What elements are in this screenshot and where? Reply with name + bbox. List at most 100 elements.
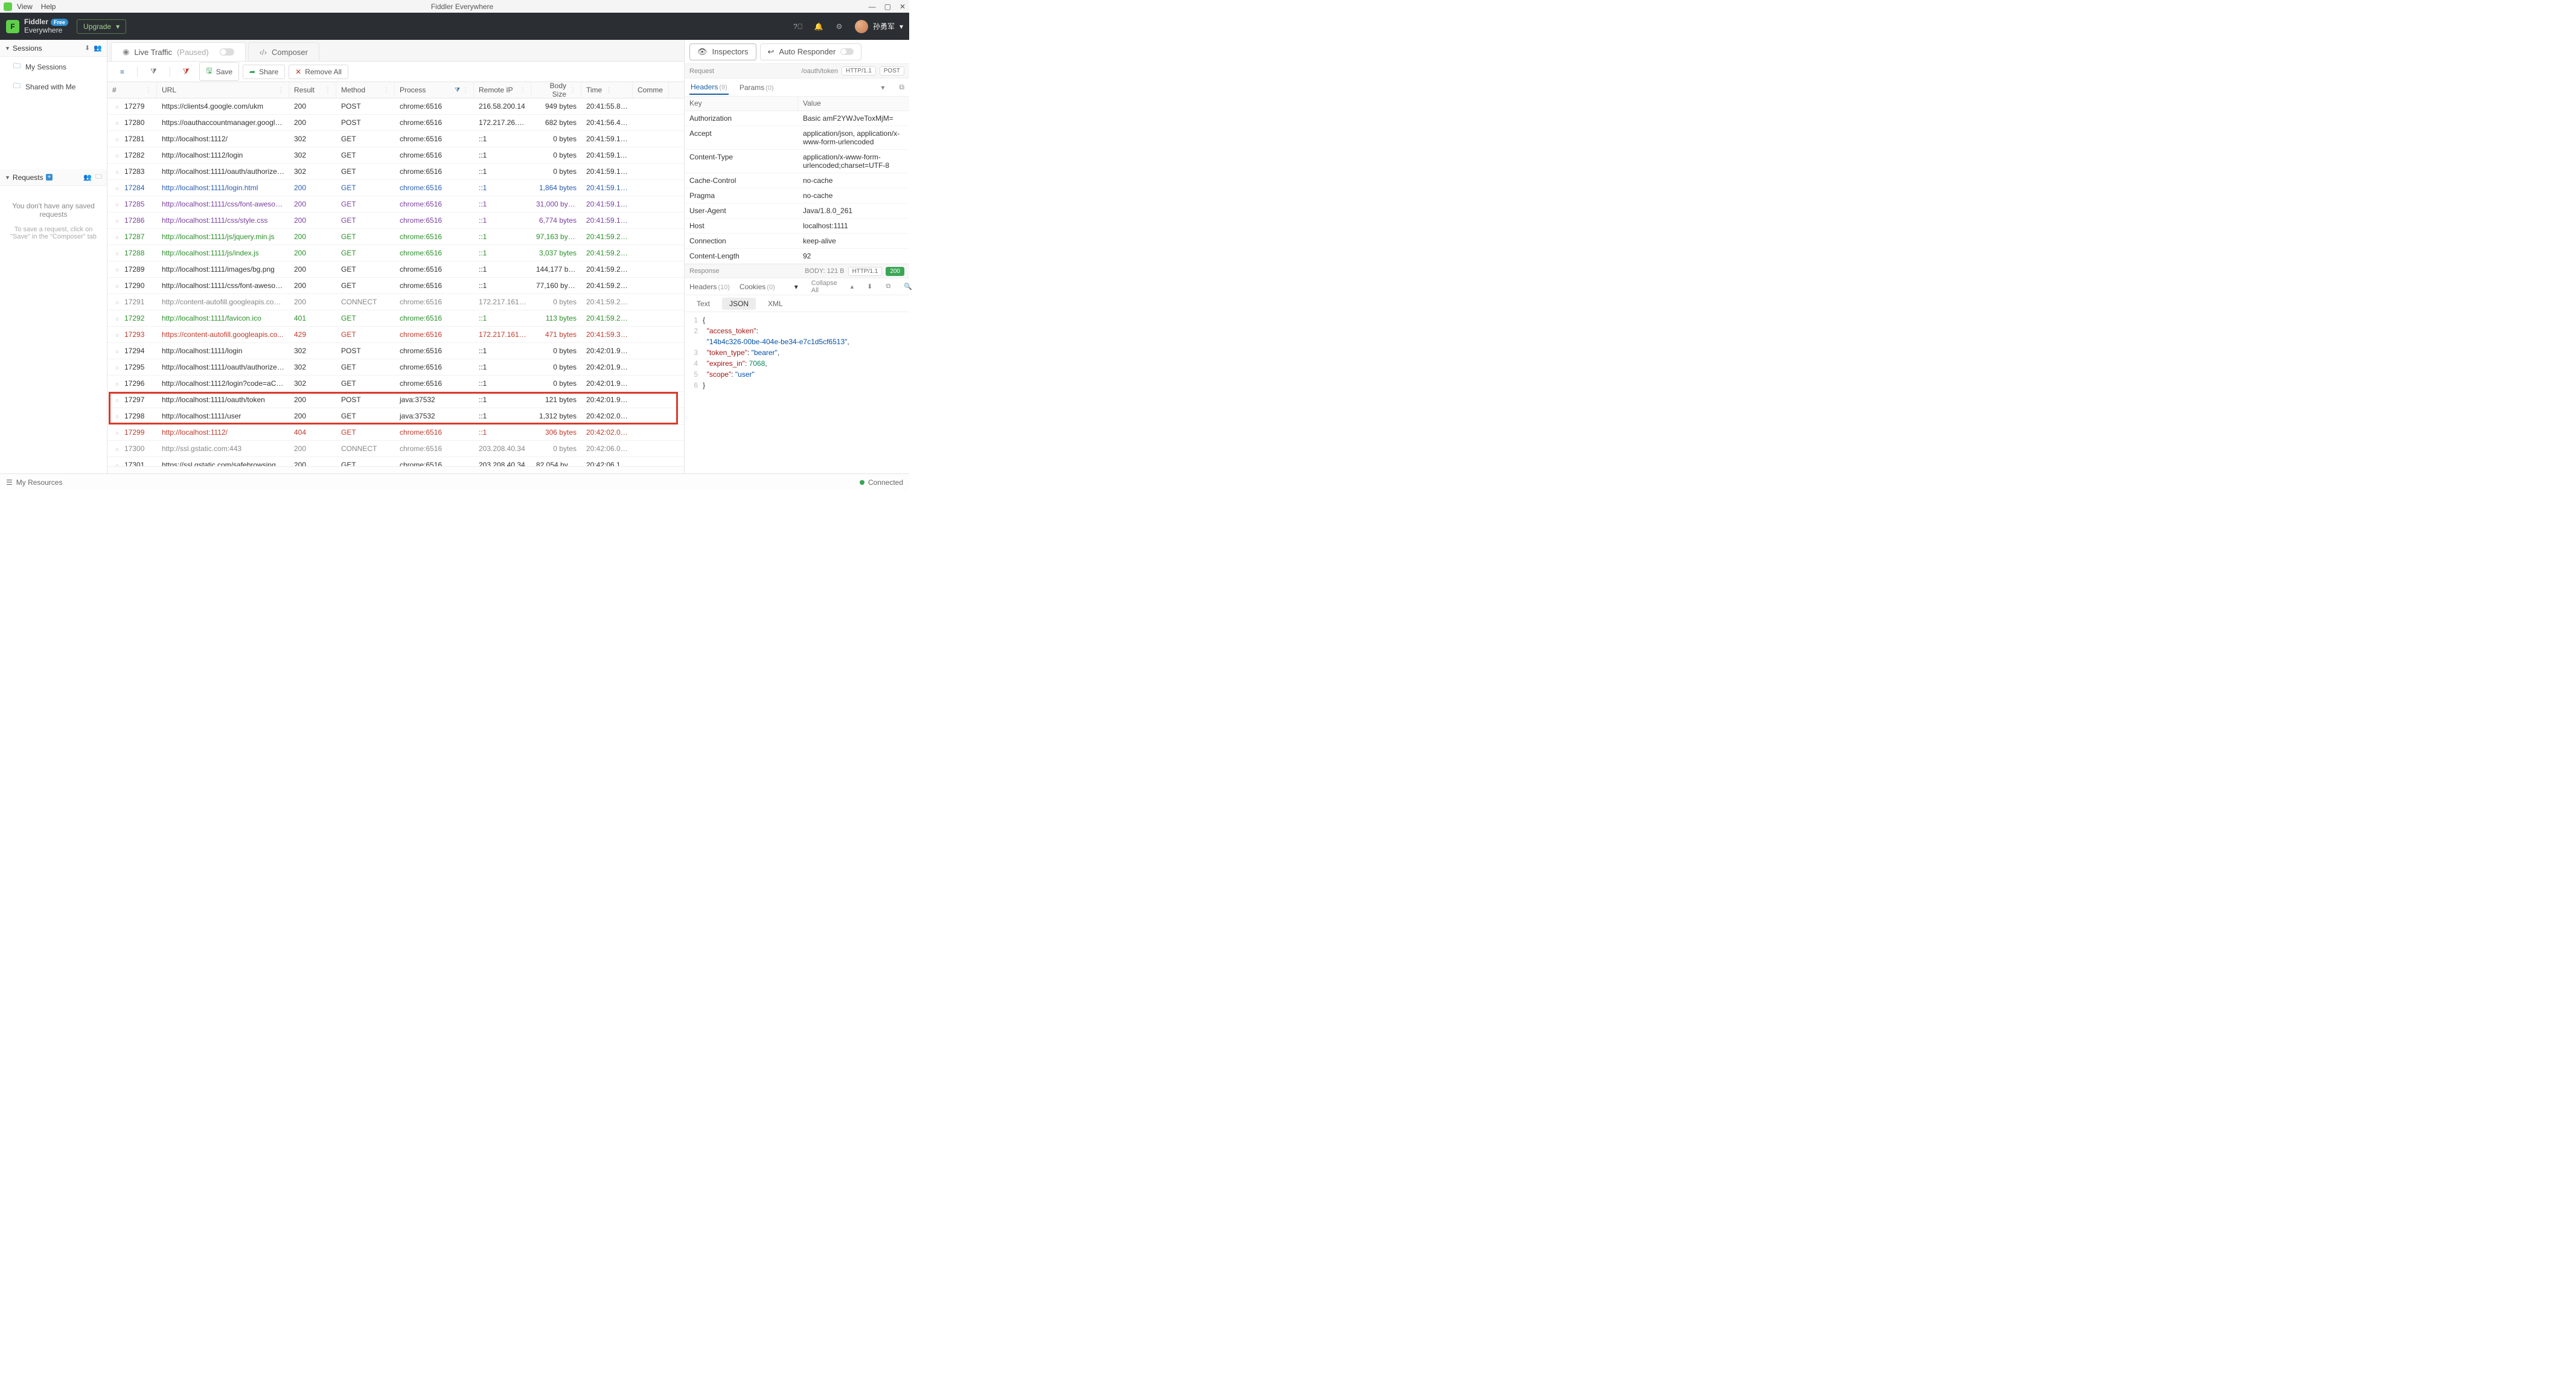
table-row[interactable]: ◌17293https://content-autofill.googleapi… [107, 327, 684, 343]
folder-icon: 🗀 [13, 60, 21, 73]
table-row[interactable]: ◌17295http://localhost:1111/oauth/author… [107, 359, 684, 376]
table-row[interactable]: ◌17281http://localhost:1112/302GETchrome… [107, 131, 684, 147]
reply-icon: ↩ [768, 47, 775, 57]
table-row[interactable]: ◌17284http://localhost:1111/login.html20… [107, 180, 684, 196]
chevron-up-icon[interactable]: ▴ [851, 283, 854, 290]
search-icon[interactable]: 🔍 [904, 283, 912, 290]
settings-gear-icon[interactable]: ⚙ [834, 22, 844, 31]
table-row[interactable]: ◌17289http://localhost:1111/images/bg.pn… [107, 261, 684, 278]
table-row[interactable]: ◌17292http://localhost:1111/favicon.ico4… [107, 310, 684, 327]
col-result[interactable]: Result⋮ [289, 82, 336, 98]
table-row[interactable]: ◌17285http://localhost:1111/css/font-awe… [107, 196, 684, 213]
maximize-icon[interactable]: ▢ [884, 2, 891, 11]
add-icon[interactable]: + [46, 174, 53, 181]
capture-toggle[interactable] [220, 48, 234, 56]
filter-button[interactable]: ⧩ [144, 64, 164, 79]
session-type-icon: ◌ [112, 331, 122, 339]
table-row[interactable]: ◌17291http://content-autofill.googleapis… [107, 294, 684, 310]
sidebar-item-shared-with-me[interactable]: 🗀Shared with Me [0, 77, 107, 97]
close-icon[interactable]: ✕ [900, 2, 906, 11]
resp-subtab-cookies[interactable]: Cookies(0) [740, 283, 775, 291]
sidebar-item-my-sessions[interactable]: 🗀My Sessions [0, 57, 107, 77]
session-type-icon: ◌ [112, 347, 122, 356]
col-body-size[interactable]: Body Size⋮ [531, 82, 581, 98]
col-process[interactable]: Process⧩⋮ [395, 82, 474, 98]
plan-badge: Free [51, 19, 68, 26]
body-tab-json[interactable]: JSON [722, 298, 756, 310]
session-type-icon: ◌ [112, 266, 122, 274]
col-method[interactable]: Method⋮ [336, 82, 395, 98]
table-row[interactable]: ◌17282http://localhost:1112/login302GETc… [107, 147, 684, 164]
table-row[interactable]: ◌17288http://localhost:1111/js/index.js2… [107, 245, 684, 261]
help-icon[interactable]: ?⃝ [793, 22, 803, 31]
body-tab-xml[interactable]: XML [761, 298, 790, 310]
upgrade-button[interactable]: Upgrade▾ [77, 19, 126, 34]
notifications-icon[interactable]: 🔔 [814, 22, 823, 31]
sessions-header[interactable]: ▼ Sessions ⬇ 👥 [0, 40, 107, 57]
table-row[interactable]: ◌17294http://localhost:1111/login302POST… [107, 343, 684, 359]
subtab-headers[interactable]: Headers(9) [689, 80, 729, 95]
horizontal-scrollbar[interactable] [107, 466, 684, 473]
response-json-viewer[interactable]: 1{2 "access_token": "14b4c326-00be-404e-… [685, 312, 909, 473]
minimize-icon[interactable]: — [869, 2, 876, 11]
menu-view[interactable]: View [17, 2, 33, 11]
col-number[interactable]: #⋮ [107, 82, 157, 98]
download-icon[interactable]: ⬇ [867, 283, 872, 290]
chevron-down-icon: ▾ [900, 22, 903, 31]
table-row[interactable]: ◌17290http://localhost:1111/css/font-awe… [107, 278, 684, 294]
collapse-all-button[interactable]: Collapse All [811, 280, 837, 294]
session-type-icon: ◌ [112, 282, 122, 290]
col-comment[interactable]: Comme [633, 82, 669, 98]
session-type-icon: ◌ [112, 396, 122, 405]
table-row[interactable]: ◌17299http://localhost:1112/404GETchrome… [107, 424, 684, 441]
tab-composer[interactable]: ‹/› Composer [248, 42, 319, 61]
download-icon[interactable]: ⬇ [85, 44, 90, 52]
table-row[interactable]: ◌17279https://clients4.google.com/ukm200… [107, 98, 684, 115]
tab-auto-responder[interactable]: ↩Auto Responder [760, 43, 862, 60]
col-time[interactable]: Time⋮ [581, 82, 633, 98]
funnel-icon[interactable]: ⧩ [455, 87, 460, 94]
save-button[interactable]: 🖫Save [199, 62, 239, 81]
chevron-down-icon[interactable]: ▾ [794, 283, 798, 291]
stream-toggle-button[interactable]: ≡ [113, 65, 131, 79]
copy-icon[interactable]: ⧉ [899, 83, 904, 92]
share-users-icon[interactable]: 👥 [83, 173, 92, 181]
table-row[interactable]: ◌17297http://localhost:1111/oauth/token2… [107, 392, 684, 408]
requests-header[interactable]: ▼ Requests + 👥 🗀 [0, 169, 107, 186]
table-row[interactable]: ◌17287http://localhost:1111/js/jquery.mi… [107, 229, 684, 245]
table-row[interactable]: ◌17296http://localhost:1112/login?code=a… [107, 376, 684, 392]
tab-inspectors[interactable]: 👁Inspectors [689, 43, 756, 60]
col-remote-ip[interactable]: Remote IP⋮ [474, 82, 531, 98]
user-menu[interactable]: 孙勇军 ▾ [855, 20, 903, 33]
remove-all-button[interactable]: ✕Remove All [289, 65, 348, 79]
share-button[interactable]: ➦Share [243, 65, 285, 79]
col-url[interactable]: URL⋮ [157, 82, 289, 98]
subtab-params[interactable]: Params(0) [738, 81, 775, 94]
protocol-badge: HTTP/1.1 [842, 66, 876, 75]
my-resources-link[interactable]: My Resources [16, 478, 63, 487]
header-row: Cache-Controlno-cache [685, 173, 909, 188]
table-row[interactable]: ◌17283http://localhost:1111/oauth/author… [107, 164, 684, 180]
chevron-down-icon[interactable]: ▾ [881, 83, 884, 92]
autoresponder-toggle[interactable] [840, 48, 854, 55]
folder-add-icon[interactable]: 🗀 [95, 171, 102, 183]
header-row: Pragmano-cache [685, 188, 909, 203]
share-users-icon[interactable]: 👥 [94, 44, 102, 52]
table-row[interactable]: ◌17280https://oauthaccountmanager.google… [107, 115, 684, 131]
body-tab-text[interactable]: Text [689, 298, 717, 310]
table-row[interactable]: ◌17300http://ssl.gstatic.com:443200CONNE… [107, 441, 684, 457]
clear-filter-button[interactable]: ⧩̸ [176, 64, 196, 79]
method-badge: POST [880, 66, 904, 75]
table-row[interactable]: ◌17301https://ssl.gstatic.com/safebrowsi… [107, 457, 684, 466]
session-type-icon: ◌ [112, 429, 122, 437]
resources-icon[interactable]: ☰ [6, 478, 13, 487]
resp-subtab-headers[interactable]: Headers(10) [689, 283, 730, 291]
table-row[interactable]: ◌17286http://localhost:1111/css/style.cs… [107, 213, 684, 229]
sessions-grid-body[interactable]: ◌17279https://clients4.google.com/ukm200… [107, 98, 684, 466]
headers-table-header: KeyValue [685, 97, 909, 111]
app-logo-icon [4, 2, 12, 11]
copy-icon[interactable]: ⧉ [886, 283, 890, 290]
menu-help[interactable]: Help [41, 2, 56, 11]
table-row[interactable]: ◌17298http://localhost:1111/user200GETja… [107, 408, 684, 424]
tab-live-traffic[interactable]: ◉ Live Traffic (Paused) [111, 42, 246, 61]
